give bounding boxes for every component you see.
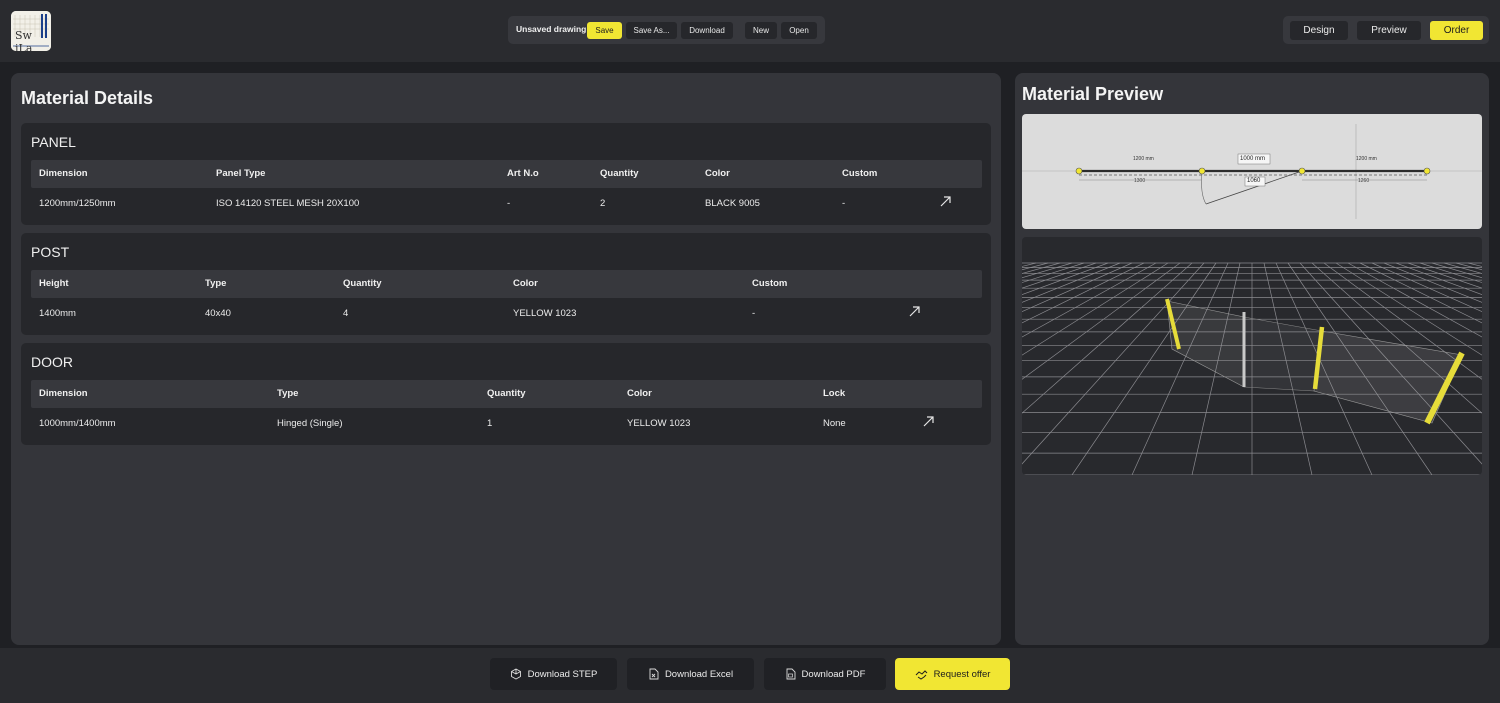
column-header: Quantity	[600, 168, 639, 179]
material-preview-panel: Material Preview 1200 mm 1000 mm 1200 mm	[1015, 73, 1489, 645]
table-row: 1400mm 40x40 4 YELLOW 1023 -	[31, 298, 982, 326]
material-details-title: Material Details	[21, 88, 154, 108]
table-cell: 40x40	[205, 308, 231, 319]
table-cell: 4	[343, 308, 349, 319]
download-excel-button[interactable]: Download Excel	[627, 658, 754, 690]
download-step-label: Download STEP	[527, 668, 598, 680]
plan-label: 1200 mm	[1133, 156, 1154, 162]
plan-label: 1260	[1358, 178, 1370, 184]
table-cell: 1000mm/1400mm	[39, 418, 116, 429]
table-cell: None	[823, 418, 846, 429]
table-cell: Hinged (Single)	[277, 418, 343, 429]
fence-model	[1165, 298, 1465, 425]
download-pdf-label: Download PDF	[801, 668, 866, 680]
plan-label: 1000 mm	[1240, 156, 1266, 162]
open-button[interactable]: Open	[781, 22, 817, 39]
new-button[interactable]: New	[745, 22, 777, 39]
bottom-action-bar: Download STEP Download Excel Download PD…	[0, 648, 1500, 703]
3d-view[interactable]	[1022, 237, 1482, 475]
table-row: 1000mm/1400mm Hinged (Single) 1 YELLOW 1…	[31, 408, 982, 436]
download-pdf-button[interactable]: Download PDF	[764, 658, 886, 690]
plan-view[interactable]: 1200 mm 1000 mm 1200 mm 1300 1060 1260	[1022, 114, 1482, 229]
column-header: Height	[39, 278, 69, 289]
table-cell: 1	[487, 418, 493, 429]
column-header: Dimension	[39, 388, 88, 399]
3d-scene	[1022, 262, 1482, 475]
external-link-icon[interactable]	[939, 195, 952, 208]
external-link-icon[interactable]	[922, 415, 935, 428]
section-title-post: POST	[31, 244, 70, 260]
download-button[interactable]: Download	[681, 22, 733, 39]
file-toolbar: Unsaved drawing Save Save As... Download…	[508, 16, 825, 44]
save-button[interactable]: Save	[587, 22, 622, 39]
column-header: Dimension	[39, 168, 88, 179]
table-cell: YELLOW 1023	[627, 418, 691, 429]
drawing-status: Unsaved drawing	[516, 24, 587, 34]
table-cell: -	[752, 308, 756, 319]
plan-label: 1060	[1247, 178, 1261, 184]
table-cell: 1400mm	[39, 308, 76, 319]
logo-text: Sw iLa	[15, 29, 33, 51]
column-header: Lock	[823, 388, 846, 399]
plan-label: 1200 mm	[1356, 156, 1377, 162]
column-header: Quantity	[343, 278, 382, 289]
column-header: Color	[705, 168, 730, 179]
plan-drawing	[1022, 124, 1482, 219]
table-cell: -	[507, 198, 511, 209]
column-header: Panel Type	[216, 168, 266, 179]
handshake-icon	[915, 670, 927, 680]
request-offer-label: Request offer	[933, 668, 991, 680]
material-details-panel: Material Details PANEL Dimension Panel T…	[11, 73, 1001, 645]
table-cell: -	[842, 198, 846, 209]
table-cell: BLACK 9005	[705, 198, 760, 209]
external-link-icon[interactable]	[908, 305, 921, 318]
section-title-panel: PANEL	[31, 134, 76, 150]
request-offer-button[interactable]: Request offer	[895, 658, 1010, 690]
column-header: Color	[513, 278, 538, 289]
material-preview-title: Material Preview	[1022, 84, 1164, 104]
table-header: Dimension Type Quantity Color Lock	[31, 380, 982, 408]
mode-tabs: Design Preview Order	[1283, 16, 1489, 44]
save-as-button[interactable]: Save As...	[626, 22, 677, 39]
table-cell: 2	[600, 198, 606, 209]
excel-file-icon	[649, 668, 659, 680]
column-header: Quantity	[487, 388, 526, 399]
column-header: Custom	[842, 168, 878, 179]
column-header: Art N.o	[507, 168, 539, 179]
plan-label: 1300	[1134, 178, 1146, 184]
table-cell: 1200mm/1250mm	[39, 198, 116, 209]
download-step-button[interactable]: Download STEP	[490, 658, 617, 690]
section-title-door: DOOR	[31, 354, 73, 370]
table-cell: YELLOW 1023	[513, 308, 577, 319]
download-excel-label: Download Excel	[664, 668, 734, 680]
table-header: Height Type Quantity Color Custom	[31, 270, 982, 298]
door-section: DOOR Dimension Type Quantity Color Lock …	[21, 343, 991, 445]
top-bar: Sw iLa Unsaved drawing Save Save As... D…	[0, 0, 1500, 62]
pdf-file-icon	[786, 668, 795, 680]
column-header: Type	[205, 278, 227, 289]
tab-order[interactable]: Order	[1430, 21, 1483, 40]
post-section: POST Height Type Quantity Color Custom 1…	[21, 233, 991, 335]
app-logo[interactable]: Sw iLa	[11, 11, 51, 51]
column-header: Color	[627, 388, 652, 399]
column-header: Type	[277, 388, 299, 399]
table-cell: ISO 14120 STEEL MESH 20X100	[216, 198, 360, 209]
panel-section: PANEL Dimension Panel Type Art N.o Quant…	[21, 123, 991, 225]
table-row: 1200mm/1250mm ISO 14120 STEEL MESH 20X10…	[31, 188, 982, 216]
table-header: Dimension Panel Type Art N.o Quantity Co…	[31, 160, 982, 188]
tab-preview[interactable]: Preview	[1357, 21, 1421, 40]
column-header: Custom	[752, 278, 788, 289]
tab-design[interactable]: Design	[1290, 21, 1348, 40]
cube-icon	[510, 668, 521, 680]
